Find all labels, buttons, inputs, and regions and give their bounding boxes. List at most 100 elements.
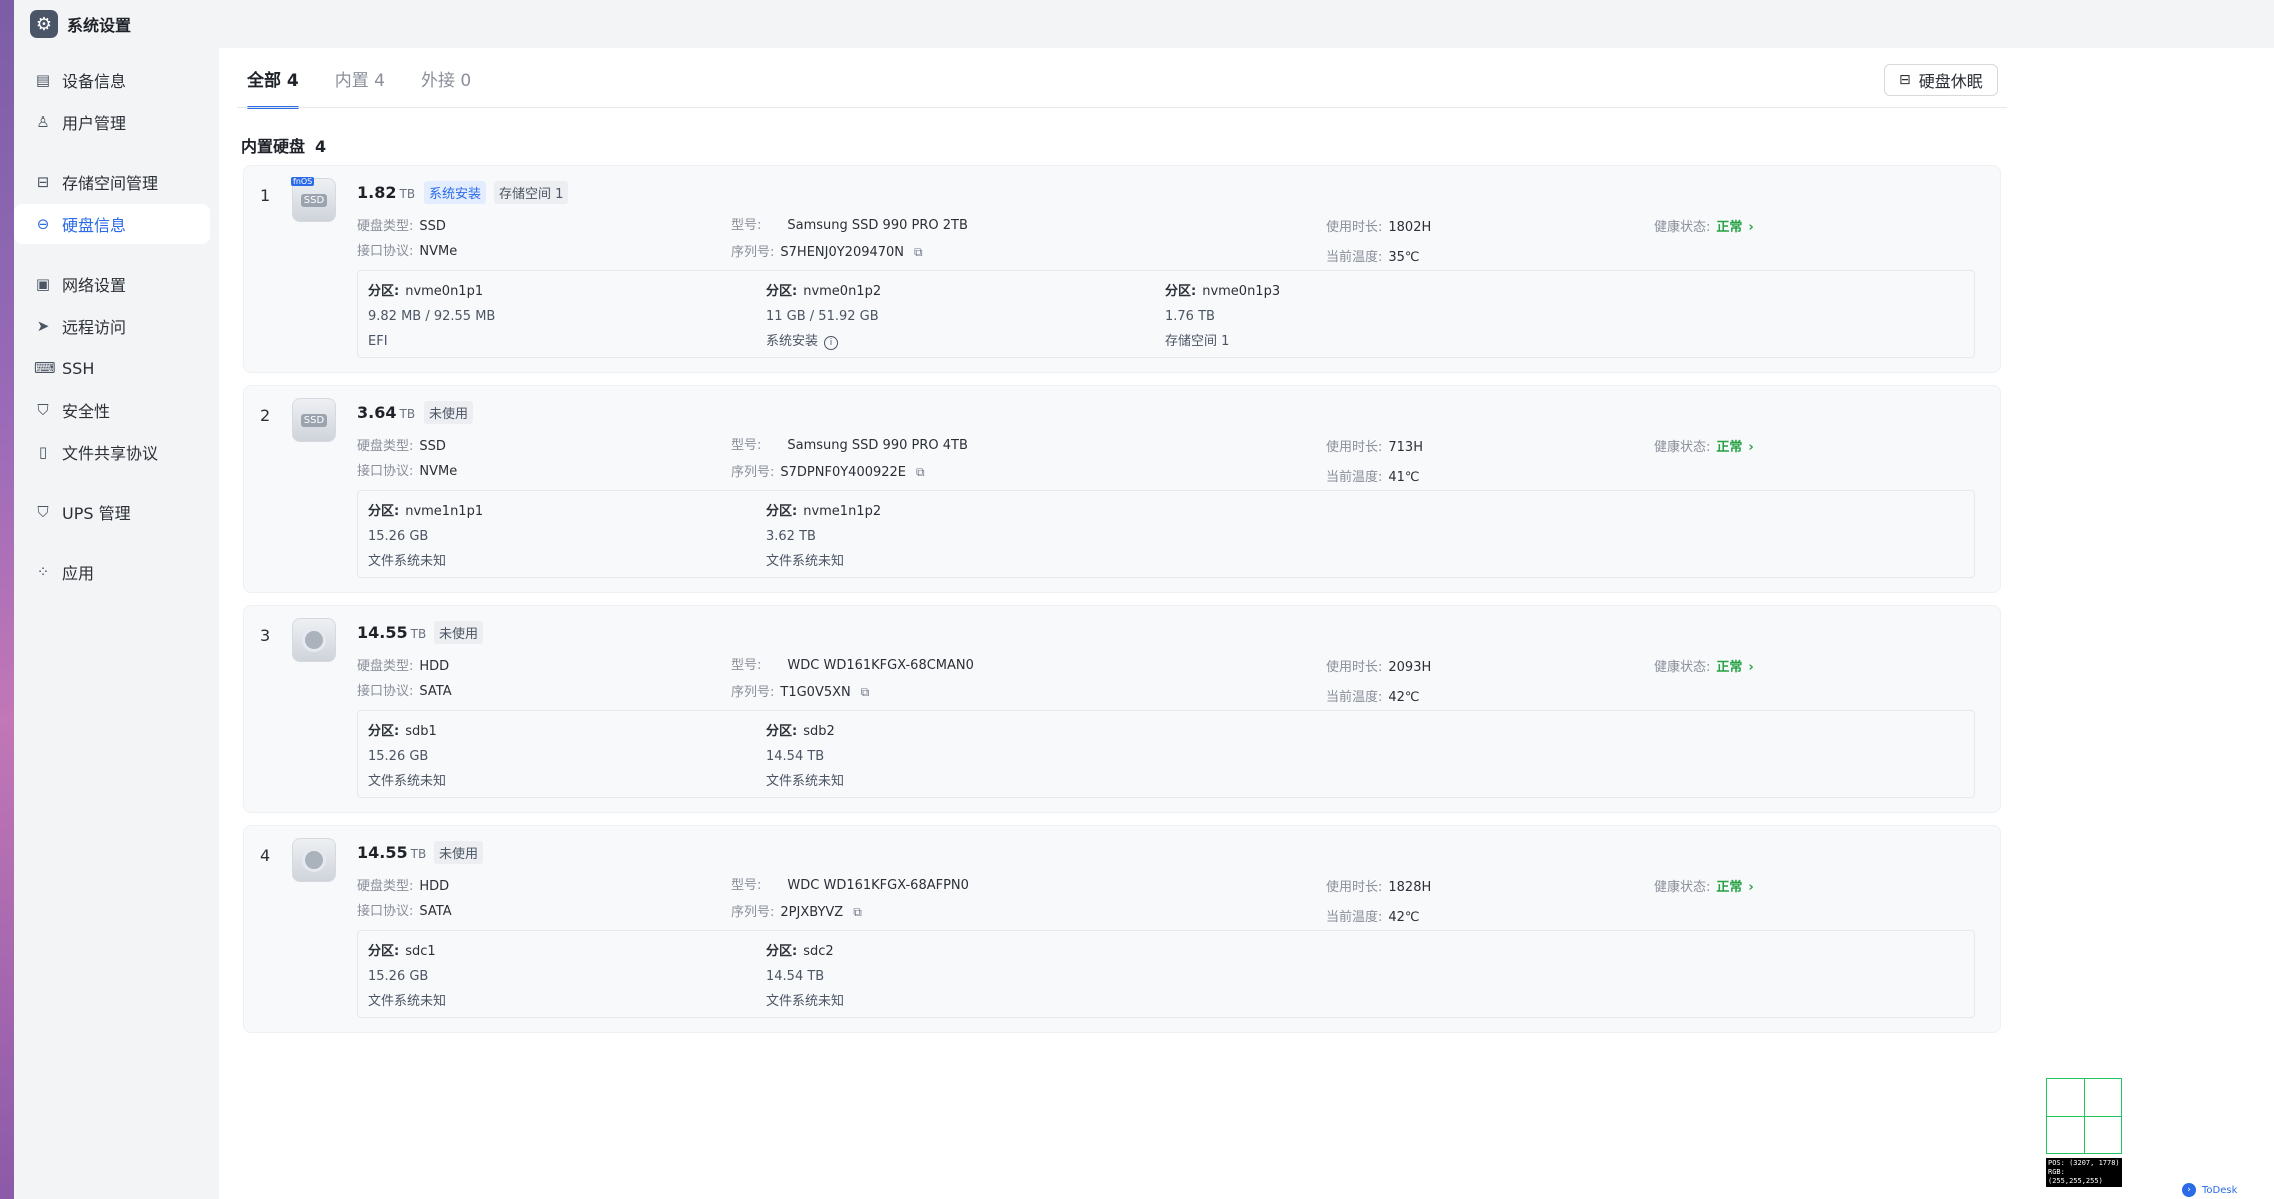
sidebar-item-security[interactable]: ⛉ 安全性 bbox=[14, 390, 210, 430]
cursor-pos-text: POS: (3207, 1778) bbox=[2048, 1159, 2120, 1167]
ssd-drive-icon: SSD bbox=[292, 398, 336, 442]
partition-fs: 文件系统未知 bbox=[766, 774, 845, 789]
disk-tag: 未使用 bbox=[434, 621, 484, 644]
sidebar-item-label: 应用 bbox=[62, 564, 95, 583]
partition-label: 分区: bbox=[368, 944, 400, 959]
cursor-position-readout: POS: (3207, 1778) RGB: (255,255,255) bbox=[2046, 1158, 2122, 1187]
copy-icon[interactable]: ⧉ bbox=[914, 245, 923, 260]
copy-icon[interactable]: ⧉ bbox=[853, 905, 862, 920]
partition-fs: 文件系统未知 bbox=[766, 994, 845, 1009]
sidebar-item-storage[interactable]: ⊟ 存储空间管理 bbox=[14, 162, 210, 202]
disk-health[interactable]: 健康状态: 正常 › bbox=[1654, 656, 1754, 675]
partition-fs: 存储空间 1 bbox=[1165, 334, 1230, 349]
tab-external[interactable]: 外接 0 bbox=[421, 66, 471, 109]
section-title-text: 内置硬盘 bbox=[241, 137, 306, 156]
partition-item: 分区: nvme0n1p1 9.82 MB / 92.55 MB EFI bbox=[368, 279, 495, 354]
disk-size: 14.55 TB bbox=[357, 623, 426, 642]
copy-icon[interactable]: ⧉ bbox=[916, 465, 925, 480]
disk-sleep-button[interactable]: ⊟ 硬盘休眠 bbox=[1884, 64, 1998, 96]
tab-divider bbox=[237, 107, 2007, 108]
partition-name: nvme0n1p3 bbox=[1202, 284, 1281, 299]
disk-size-unit: TB bbox=[399, 407, 416, 421]
partition-panel: 分区: sdc1 15.26 GB 文件系统未知 分区: sdc2 14.54 TB 文件系统… bbox=[357, 930, 1975, 1018]
ssd-label: SSD bbox=[300, 193, 328, 207]
hdd-platter bbox=[302, 628, 326, 652]
disk-model: 型号: Samsung SSD 990 PRO 4TB bbox=[731, 438, 968, 453]
partition-item: 分区: sdc1 15.26 GB 文件系统未知 bbox=[368, 939, 446, 1014]
partition-fs: 文件系统未知 bbox=[368, 554, 447, 569]
ups-shield-icon: ⛉ bbox=[37, 503, 49, 521]
disk-card[interactable]: 3 14.55 TB 未使用 硬盘类型: HDD 接口协议: SATA 型号: WDC WD161… bbox=[243, 605, 2001, 813]
send-icon: ➤ bbox=[36, 317, 50, 335]
cursor-magnifier-grid bbox=[2046, 1078, 2122, 1154]
partition-label: 分区: bbox=[766, 944, 798, 959]
copy-icon[interactable]: ⧉ bbox=[861, 685, 870, 700]
hdd-drive-icon bbox=[292, 618, 336, 662]
disk-tag: 系统安装 bbox=[424, 181, 487, 204]
sidebar-item-remote[interactable]: ➤ 远程访问 bbox=[14, 306, 210, 346]
disk-card[interactable]: 1 SSD fnOS 1.82 TB 系统安装 存储空间 1 硬盘类型: SSD 接口协议: NVM… bbox=[243, 165, 2001, 373]
disk-card[interactable]: 4 14.55 TB 未使用 硬盘类型: HDD 接口协议: SATA 型号: WDC WD161… bbox=[243, 825, 2001, 1033]
partition-item: 分区: nvme0n1p3 1.76 TB 存储空间 1 bbox=[1165, 279, 1280, 354]
disk-usage-hours: 使用时长: 1828H bbox=[1326, 880, 1432, 895]
sidebar-item-label: 网络设置 bbox=[62, 276, 127, 295]
tab-all[interactable]: 全部 4 bbox=[247, 66, 299, 109]
partition-item: 分区: nvme1n1p1 15.26 GB 文件系统未知 bbox=[368, 499, 483, 574]
partition-fs: 文件系统未知 bbox=[368, 774, 447, 789]
partition-size: 15.26 GB bbox=[368, 969, 429, 984]
disk-size-value: 14.55 bbox=[357, 843, 408, 862]
sidebar-item-disk-info[interactable]: ⊖ 硬盘信息 bbox=[14, 204, 210, 244]
chevron-right-icon: › bbox=[2182, 1183, 2196, 1197]
disk-health[interactable]: 健康状态: 正常 › bbox=[1654, 876, 1754, 895]
chevron-right-icon: › bbox=[1748, 880, 1754, 895]
partition-panel: 分区: sdb1 15.26 GB 文件系统未知 分区: sdb2 14.54 TB 文件系统… bbox=[357, 710, 1975, 798]
sidebar-item-ups[interactable]: ⛉ UPS 管理 bbox=[14, 492, 210, 532]
partition-size: 11 GB / 51.92 GB bbox=[766, 309, 879, 324]
disk-icon: ⊖ bbox=[36, 215, 50, 233]
partition-item: 分区: sdc2 14.54 TB 文件系统未知 bbox=[766, 939, 844, 1014]
chevron-right-icon: › bbox=[1748, 220, 1754, 235]
app-header: ⚙ 系统设置 bbox=[30, 10, 131, 38]
disk-model: 型号: Samsung SSD 990 PRO 2TB bbox=[731, 218, 968, 233]
ssd-label: SSD bbox=[300, 413, 328, 427]
todesk-badge[interactable]: › ToDesk bbox=[2182, 1183, 2237, 1197]
partition-item: 分区: sdb2 14.54 TB 文件系统未知 bbox=[766, 719, 844, 794]
disk-health[interactable]: 健康状态: 正常 › bbox=[1654, 216, 1754, 235]
disk-index: 1 bbox=[260, 186, 271, 205]
storage-icon: ⊟ bbox=[36, 173, 50, 191]
tab-internal[interactable]: 内置 4 bbox=[335, 66, 385, 109]
disk-card[interactable]: 2 SSD 3.64 TB 未使用 硬盘类型: SSD 接口协议: NVMe 型号: Samsung… bbox=[243, 385, 2001, 593]
disk-type: 硬盘类型: HDD bbox=[357, 879, 450, 894]
partition-panel: 分区: nvme1n1p1 15.26 GB 文件系统未知 分区: nvme1n1p2 3.… bbox=[357, 490, 1975, 578]
sidebar-item-label: 文件共享协议 bbox=[62, 444, 159, 463]
disk-serial: 序列号: S7DPNF0Y400922E ⧉ bbox=[731, 465, 925, 480]
disk-size: 14.55 TB bbox=[357, 843, 426, 862]
disk-serial: 序列号: S7HENJ0Y209470N ⧉ bbox=[731, 245, 923, 260]
disk-serial: 序列号: T1G0V5XN ⧉ bbox=[731, 685, 870, 700]
disk-tag: 未使用 bbox=[434, 841, 484, 864]
disk-health[interactable]: 健康状态: 正常 › bbox=[1654, 436, 1754, 455]
user-icon: ♙ bbox=[36, 113, 50, 131]
disk-temperature: 当前温度: 41℃ bbox=[1326, 470, 1420, 485]
sidebar-item-apps[interactable]: ⁘ 应用 bbox=[14, 552, 210, 592]
window-top-bar bbox=[219, 0, 2274, 48]
sidebar-item-file-share[interactable]: ▯ 文件共享协议 bbox=[14, 432, 210, 472]
disk-usage-hours: 使用时长: 2093H bbox=[1326, 660, 1432, 675]
partition-panel: 分区: nvme0n1p1 9.82 MB / 92.55 MB EFI 分区: nvme… bbox=[357, 270, 1975, 358]
sidebar-item-users[interactable]: ♙ 用户管理 bbox=[14, 102, 210, 142]
info-icon[interactable]: i bbox=[824, 336, 839, 350]
section-count: 4 bbox=[315, 137, 327, 156]
sidebar-item-ssh[interactable]: ⌨ SSH bbox=[14, 348, 210, 388]
sidebar-item-network[interactable]: ▣ 网络设置 bbox=[14, 264, 210, 304]
sidebar-item-device-info[interactable]: ▤ 设备信息 bbox=[14, 60, 210, 100]
disk-usage-hours: 使用时长: 1802H bbox=[1326, 220, 1432, 235]
disk-tag: 未使用 bbox=[424, 401, 474, 424]
partition-label: 分区: bbox=[766, 284, 798, 299]
disk-model: 型号: WDC WD161KFGX-68AFPN0 bbox=[731, 878, 969, 893]
disk-model: 型号: WDC WD161KFGX-68CMAN0 bbox=[731, 658, 974, 673]
partition-label: 分区: bbox=[368, 724, 400, 739]
partition-name: nvme0n1p2 bbox=[803, 284, 882, 299]
partition-fs: 文件系统未知 bbox=[766, 554, 845, 569]
partition-size: 9.82 MB / 92.55 MB bbox=[368, 309, 496, 324]
disk-size-unit: TB bbox=[410, 627, 427, 641]
